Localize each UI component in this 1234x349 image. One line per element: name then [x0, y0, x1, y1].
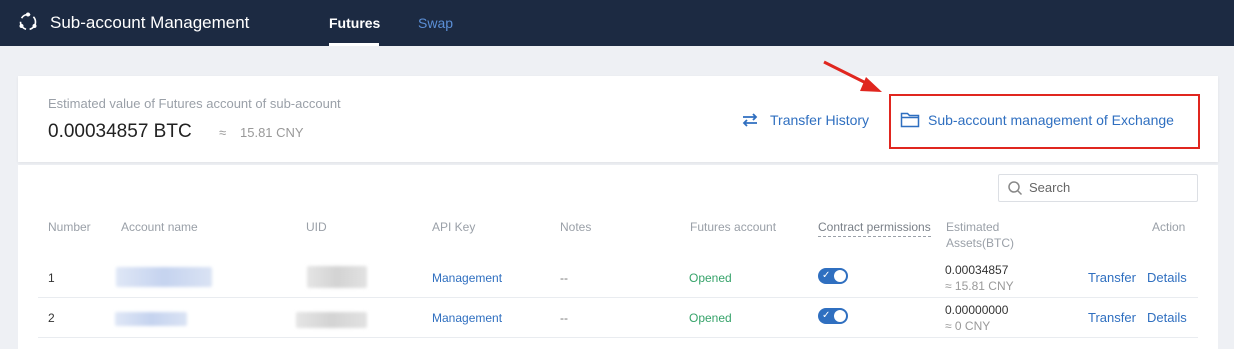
- tab-swap[interactable]: Swap: [418, 15, 453, 31]
- toggle-knob: [834, 310, 846, 322]
- top-nav-bar: Sub-account Management Futures Swap: [0, 0, 1234, 46]
- exchange-subaccount-management-link[interactable]: Sub-account management of Exchange: [928, 112, 1174, 128]
- row1-transfer-link[interactable]: Transfer: [1088, 270, 1136, 285]
- search-input[interactable]: [998, 174, 1198, 202]
- header-action: Action: [1152, 220, 1186, 234]
- transfer-history-link[interactable]: Transfer History: [770, 112, 869, 128]
- row2-uid-redacted: [296, 312, 367, 328]
- header-estimated-line1: Estimated: [946, 220, 1000, 234]
- search-icon: [1008, 181, 1023, 196]
- header-contract-permissions[interactable]: Contract permissions: [818, 220, 931, 237]
- header-notes: Notes: [560, 220, 592, 234]
- row1-api-management-link[interactable]: Management: [432, 271, 502, 285]
- tab-futures[interactable]: Futures: [329, 15, 380, 31]
- summary-card: Estimated value of Futures account of su…: [18, 76, 1218, 162]
- row-divider: [38, 297, 1198, 298]
- row1-uid-redacted: [307, 266, 367, 288]
- row1-est-btc: 0.00034857: [945, 263, 1009, 277]
- summary-btc-value: 0.00034857 BTC: [48, 121, 192, 142]
- row2-api-management-link[interactable]: Management: [432, 311, 502, 325]
- row1-est-cny: ≈ 15.81 CNY: [945, 279, 1014, 293]
- header-uid: UID: [306, 220, 327, 234]
- row1-permission-toggle[interactable]: ✓: [818, 268, 848, 284]
- row2-number: 2: [48, 311, 55, 325]
- search-placeholder: Search: [1029, 180, 1071, 195]
- row2-futures-status: Opened: [689, 311, 732, 325]
- row1-account-name-redacted: [116, 267, 212, 287]
- annotation-arrow: [823, 60, 882, 92]
- row-divider: [38, 337, 1198, 338]
- folder-icon[interactable]: [900, 111, 920, 128]
- header-account-name: Account name: [121, 220, 198, 234]
- row2-details-link[interactable]: Details: [1147, 310, 1187, 325]
- summary-cny-value: 15.81 CNY: [240, 125, 304, 140]
- row1-number: 1: [48, 271, 55, 285]
- header-estimated-line2: Assets(BTC): [946, 236, 1015, 250]
- row2-notes: --: [560, 311, 568, 325]
- header-number: Number: [48, 220, 91, 234]
- summary-label: Estimated value of Futures account of su…: [48, 96, 341, 111]
- row2-est-btc: 0.00000000: [945, 303, 1009, 317]
- row2-permission-toggle[interactable]: ✓: [818, 308, 848, 324]
- row1-notes: --: [560, 271, 568, 285]
- transfer-history-icon[interactable]: [741, 112, 759, 128]
- toggle-knob: [834, 270, 846, 282]
- header-futures-account: Futures account: [690, 220, 777, 234]
- row2-transfer-link[interactable]: Transfer: [1088, 310, 1136, 325]
- active-tab-indicator: [329, 43, 379, 46]
- row2-account-name-redacted: [115, 312, 187, 326]
- check-icon: ✓: [822, 310, 831, 321]
- row1-details-link[interactable]: Details: [1147, 270, 1187, 285]
- brand-title: Sub-account Management: [50, 13, 250, 32]
- row2-est-cny: ≈ 0 CNY: [945, 319, 991, 333]
- logo-icon: [19, 12, 37, 31]
- header-api-key: API Key: [432, 220, 476, 234]
- row1-futures-status: Opened: [689, 271, 732, 285]
- approx-symbol: ≈: [219, 125, 227, 140]
- check-icon: ✓: [822, 270, 831, 281]
